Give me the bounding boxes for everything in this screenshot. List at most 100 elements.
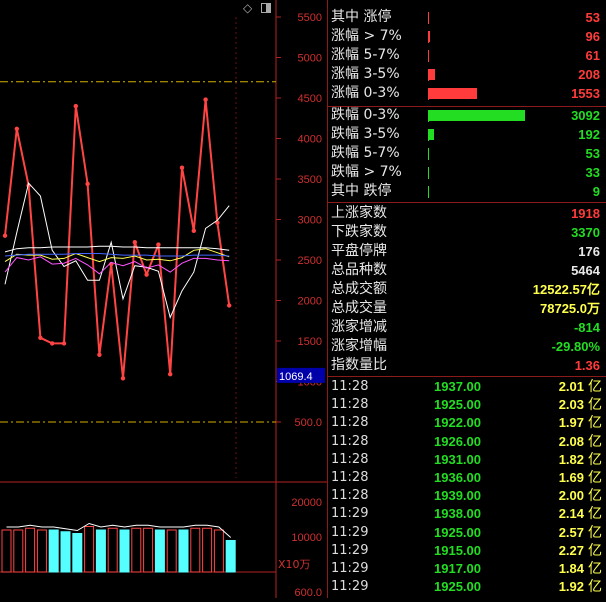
volume-axis-label: 20000	[291, 497, 322, 509]
stat-row[interactable]: 涨幅 5-7% 61	[331, 46, 606, 65]
summary-label: 总成交量	[331, 300, 387, 316]
summary-row[interactable]: 下跌家数 3370	[331, 223, 606, 242]
stat-row[interactable]: 跌幅 > 7% 33	[331, 163, 606, 182]
summary-label: 平盘停牌	[331, 243, 387, 259]
series-point	[203, 97, 208, 102]
index-chart-svg[interactable]: 5500 5000 4500 4000 3500 3000 2500 2000 1500 1000…	[0, 0, 327, 599]
trade-time: 11:29	[331, 579, 369, 595]
trade-price: 1925.00	[434, 524, 481, 540]
volume-bar	[213, 529, 224, 573]
trade-row[interactable]: 11:29 1915.00 2.27 亿	[331, 542, 606, 560]
y-axis-label: 1500	[298, 336, 322, 348]
volume-bottom-label: 600.0	[294, 587, 322, 598]
trade-volume: 2.03	[558, 397, 584, 413]
series-point	[85, 181, 90, 187]
summary-value: 12522.57亿	[532, 282, 600, 297]
trade-price: 1938.00	[434, 506, 481, 522]
trade-row[interactable]: 11:29 1925.00 2.57 亿	[331, 524, 606, 542]
stat-value: 96	[585, 29, 600, 44]
stat-value: 208	[578, 67, 600, 82]
summary-row[interactable]: 指数量比 1.36	[331, 356, 606, 375]
series-point	[2, 233, 8, 238]
trade-time: 11:28	[331, 415, 369, 431]
summary-value: -814	[573, 320, 600, 335]
diamond-icon[interactable]: ◇	[243, 1, 252, 15]
trade-row[interactable]: 11:28 1937.00 2.01 亿	[331, 378, 606, 396]
stat-value: 61	[585, 48, 600, 63]
trade-unit: 亿	[588, 488, 602, 505]
series-point	[191, 228, 196, 233]
summary-row[interactable]: 涨家增幅 -29.80%	[331, 337, 606, 356]
series-point	[61, 341, 67, 346]
series-point	[144, 272, 149, 277]
trade-time: 11:29	[331, 561, 369, 576]
y-axis-label: 5500	[298, 12, 322, 24]
trade-row[interactable]: 11:29 1925.00 1.92 亿	[331, 578, 606, 596]
trade-row[interactable]: 11:28 1931.00 1.82 亿	[331, 451, 606, 469]
volume-bar	[131, 527, 142, 573]
summary-label: 上涨家数	[331, 205, 387, 221]
trade-volume: 1.84	[558, 561, 584, 576]
index-chart-area[interactable]: 5500 5000 4500 4000 3500 3000 2500 2000 1500 1000…	[0, 0, 327, 599]
trade-row[interactable]: 11:28 1936.00 1.69 亿	[331, 469, 606, 487]
trade-row[interactable]: 11:28 1926.00 2.08 亿	[331, 433, 606, 451]
stat-row[interactable]: 涨幅 > 7% 96	[331, 27, 606, 46]
stat-bar	[428, 186, 429, 197]
stat-row[interactable]: 跌幅 0-3% 3092	[331, 106, 606, 125]
volume-bar	[48, 529, 59, 573]
trade-unit: 亿	[588, 506, 602, 523]
trade-row[interactable]: 11:29 1917.00 1.84 亿	[331, 560, 606, 578]
trade-row[interactable]: 11:29 1938.00 2.14 亿	[331, 505, 606, 523]
stat-bar	[428, 88, 477, 99]
trade-time: 11:28	[331, 397, 369, 413]
stat-row[interactable]: 跌幅 5-7% 53	[331, 144, 606, 163]
volume-bar	[119, 529, 130, 573]
volume-bar	[143, 527, 154, 573]
y-axis-label: 3000	[298, 215, 322, 227]
trade-volume: 2.08	[558, 433, 584, 449]
trade-unit: 亿	[588, 470, 602, 486]
trade-unit: 亿	[588, 579, 602, 596]
series-point	[120, 376, 126, 381]
toggle-icon[interactable]	[261, 3, 271, 13]
stat-bar	[428, 129, 434, 140]
trade-time: 11:28	[331, 379, 369, 394]
trade-row[interactable]: 11:28 1939.00 2.00 亿	[331, 487, 606, 505]
stat-row[interactable]: 涨幅 0-3% 1553	[331, 84, 606, 103]
summary-value: -29.80%	[551, 339, 600, 354]
stat-value: 9	[592, 184, 600, 199]
summary-row[interactable]: 总成交量 78725.0万	[331, 299, 606, 318]
trade-row[interactable]: 11:28 1922.00 1.97 亿	[331, 414, 606, 432]
summary-label: 总成交额	[331, 281, 387, 297]
volume-bar	[225, 540, 236, 573]
summary-row[interactable]: 涨家增减 -814	[331, 318, 606, 337]
stat-row[interactable]: 跌幅 3-5% 192	[331, 125, 606, 144]
summary-row[interactable]: 上涨家数 1918	[331, 204, 606, 223]
trade-row[interactable]: 11:28 1925.00 2.03 亿	[331, 396, 606, 414]
trade-price: 1931.00	[434, 451, 481, 467]
summary-value: 3370	[571, 225, 600, 240]
y-axis-label: 5000	[298, 53, 322, 65]
stat-label: 其中 跌停	[331, 183, 392, 199]
stat-value: 3092	[571, 108, 600, 123]
summary-value: 78725.0万	[540, 301, 600, 316]
stat-bar	[428, 110, 525, 121]
trade-volume: 1.82	[558, 451, 584, 467]
summary-row[interactable]: 平盘停牌 176	[331, 242, 606, 261]
summary-row[interactable]: 总成交额 12522.57亿	[331, 280, 606, 299]
trade-price: 1925.00	[434, 579, 481, 595]
series-line-5	[4, 253, 230, 257]
volume-bar	[60, 531, 71, 573]
volume-bar	[202, 527, 213, 573]
section-divider	[328, 202, 606, 203]
stat-row[interactable]: 其中 涨停 53	[331, 8, 606, 27]
stat-row[interactable]: 其中 跌停 9	[331, 182, 606, 201]
summary-row[interactable]: 总品种数 5464	[331, 261, 606, 280]
summary-label: 下跌家数	[331, 224, 387, 240]
stat-row[interactable]: 涨幅 3-5% 208	[331, 65, 606, 84]
trade-price: 1926.00	[434, 433, 481, 449]
market-stats-panel: 其中 涨停 53 涨幅 > 7% 96 涨幅 5-7% 61 涨幅 3-5% 208 涨幅 0-…	[327, 0, 606, 598]
trade-price: 1925.00	[434, 397, 481, 413]
series-point	[227, 303, 232, 308]
summary-value: 176	[578, 244, 600, 259]
